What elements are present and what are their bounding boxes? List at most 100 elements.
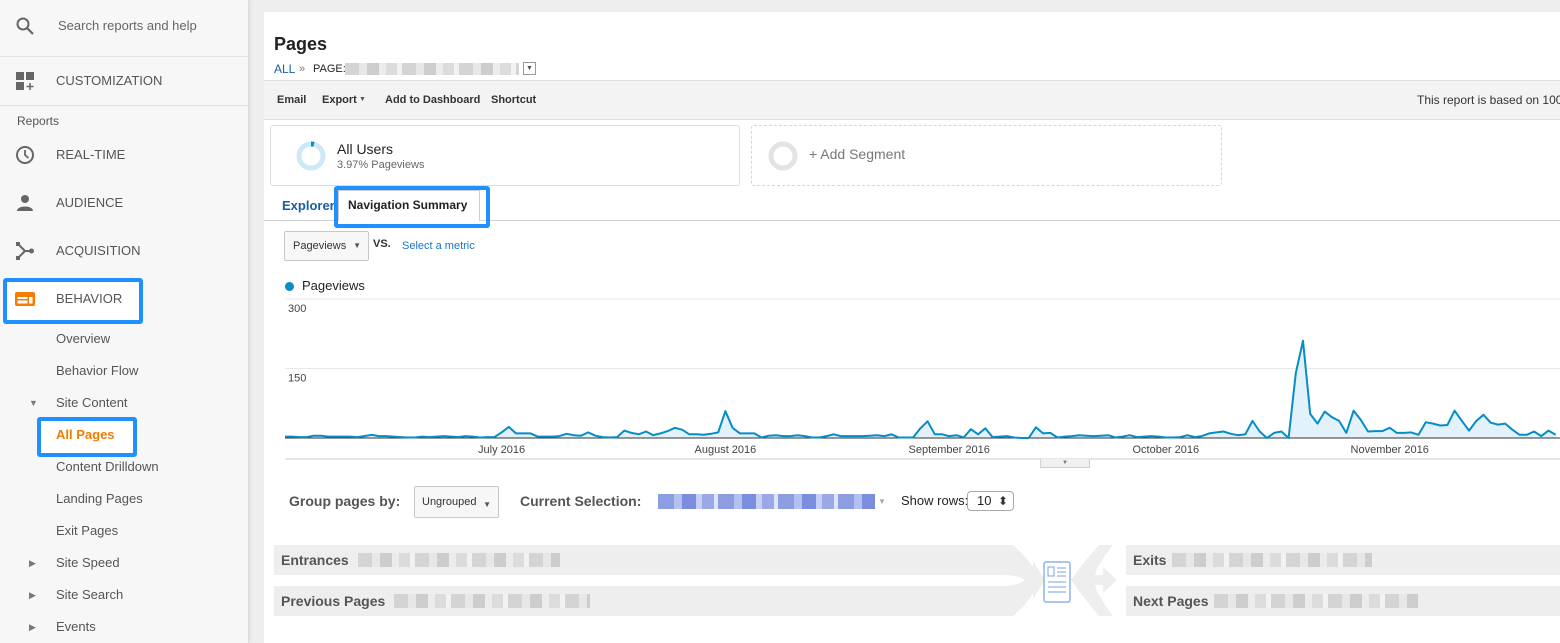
data-point[interactable] bbox=[296, 434, 302, 440]
data-point[interactable] bbox=[672, 425, 678, 431]
data-point[interactable] bbox=[325, 434, 331, 440]
segment-card-all-users[interactable]: All Users 3.97% Pageviews bbox=[270, 125, 740, 186]
data-point[interactable] bbox=[1466, 428, 1472, 434]
data-point[interactable] bbox=[1379, 428, 1385, 434]
sidebar-item-behavior[interactable]: BEHAVIOR bbox=[0, 287, 248, 311]
data-point[interactable] bbox=[477, 435, 483, 441]
sidebar-item-landing-pages[interactable]: Landing Pages bbox=[0, 489, 248, 509]
data-point[interactable] bbox=[932, 431, 938, 437]
data-point[interactable] bbox=[845, 433, 851, 439]
data-point[interactable] bbox=[1416, 432, 1422, 438]
data-point[interactable] bbox=[1423, 419, 1429, 425]
data-point[interactable] bbox=[1018, 435, 1024, 441]
data-point[interactable] bbox=[694, 431, 700, 437]
data-point[interactable] bbox=[1481, 412, 1487, 418]
data-point[interactable] bbox=[1365, 429, 1371, 435]
data-point[interactable] bbox=[1401, 430, 1407, 436]
data-point[interactable] bbox=[867, 433, 873, 439]
data-point[interactable] bbox=[1170, 435, 1176, 441]
data-point[interactable] bbox=[463, 433, 469, 439]
data-point[interactable] bbox=[824, 433, 830, 439]
sidebar-item-site-search[interactable]: ▶ Site Search bbox=[0, 585, 248, 605]
sidebar-item-overview[interactable]: Overview bbox=[0, 329, 248, 349]
data-point[interactable] bbox=[1524, 432, 1530, 438]
data-point[interactable] bbox=[982, 425, 988, 431]
data-point[interactable] bbox=[730, 425, 736, 431]
data-point[interactable] bbox=[470, 434, 476, 440]
data-point[interactable] bbox=[1228, 431, 1234, 437]
data-point[interactable] bbox=[1091, 433, 1097, 439]
add-segment-button[interactable]: + Add Segment bbox=[751, 125, 1222, 186]
data-point[interactable] bbox=[722, 408, 728, 414]
data-point[interactable] bbox=[997, 434, 1003, 440]
data-point[interactable] bbox=[376, 433, 382, 439]
data-point[interactable] bbox=[1538, 433, 1544, 439]
data-point[interactable] bbox=[289, 434, 295, 440]
data-point[interactable] bbox=[816, 435, 822, 441]
data-point[interactable] bbox=[513, 430, 519, 436]
tab-explorer[interactable]: Explorer bbox=[282, 198, 335, 214]
breadcrumb-all-link[interactable]: ALL bbox=[274, 62, 295, 76]
data-point[interactable] bbox=[975, 431, 981, 437]
data-point[interactable] bbox=[896, 435, 902, 441]
data-point[interactable] bbox=[643, 429, 649, 435]
email-button[interactable]: Email bbox=[277, 81, 306, 119]
data-point[interactable] bbox=[282, 434, 288, 440]
data-point[interactable] bbox=[686, 431, 692, 437]
data-point[interactable] bbox=[1459, 418, 1465, 424]
data-point[interactable] bbox=[1495, 422, 1501, 428]
data-point[interactable] bbox=[1336, 418, 1342, 424]
data-point[interactable] bbox=[304, 434, 310, 440]
data-point[interactable] bbox=[1307, 411, 1313, 417]
data-point[interactable] bbox=[917, 425, 923, 431]
data-point[interactable] bbox=[361, 433, 367, 439]
data-point[interactable] bbox=[860, 433, 866, 439]
data-point[interactable] bbox=[1040, 430, 1046, 436]
data-point[interactable] bbox=[1250, 418, 1256, 424]
data-point[interactable] bbox=[1221, 429, 1227, 435]
data-point[interactable] bbox=[773, 432, 779, 438]
data-point[interactable] bbox=[961, 435, 967, 441]
data-point[interactable] bbox=[1278, 429, 1284, 435]
collapsed-triangle-icon[interactable]: ▶ bbox=[29, 585, 36, 605]
data-point[interactable] bbox=[701, 432, 707, 438]
data-point[interactable] bbox=[419, 434, 425, 440]
data-point[interactable] bbox=[665, 428, 671, 434]
collapsed-triangle-icon[interactable]: ▶ bbox=[29, 617, 36, 637]
data-point[interactable] bbox=[1098, 433, 1104, 439]
data-point[interactable] bbox=[831, 431, 837, 437]
data-point[interactable] bbox=[398, 434, 404, 440]
data-point[interactable] bbox=[499, 429, 505, 435]
data-point[interactable] bbox=[1509, 427, 1515, 433]
data-point[interactable] bbox=[1055, 435, 1061, 441]
data-point[interactable] bbox=[990, 434, 996, 440]
data-point[interactable] bbox=[1408, 429, 1414, 435]
data-point[interactable] bbox=[1257, 429, 1263, 435]
data-point[interactable] bbox=[333, 434, 339, 440]
expanded-triangle-icon[interactable]: ▼ bbox=[29, 393, 38, 413]
data-point[interactable] bbox=[1177, 434, 1183, 440]
sidebar-item-site-content[interactable]: ▼ Site Content bbox=[0, 393, 248, 413]
data-point[interactable] bbox=[426, 434, 432, 440]
data-point[interactable] bbox=[1322, 409, 1328, 415]
data-point[interactable] bbox=[571, 432, 577, 438]
data-point[interactable] bbox=[744, 430, 750, 436]
data-point[interactable] bbox=[311, 433, 317, 439]
tab-navigation-summary[interactable]: Navigation Summary bbox=[338, 190, 480, 221]
data-point[interactable] bbox=[1242, 431, 1248, 437]
data-point[interactable] bbox=[1488, 420, 1494, 426]
data-point[interactable] bbox=[1148, 433, 1154, 439]
data-point[interactable] bbox=[1531, 429, 1537, 435]
data-point[interactable] bbox=[657, 430, 663, 436]
data-point[interactable] bbox=[614, 434, 620, 440]
data-point[interactable] bbox=[1372, 428, 1378, 434]
data-point[interactable] bbox=[1473, 418, 1479, 424]
data-point[interactable] bbox=[910, 435, 916, 441]
sidebar-item-audience[interactable]: AUDIENCE bbox=[0, 191, 248, 215]
data-point[interactable] bbox=[939, 431, 945, 437]
data-point[interactable] bbox=[1004, 433, 1010, 439]
data-point[interactable] bbox=[954, 432, 960, 438]
data-point[interactable] bbox=[889, 431, 895, 437]
data-point[interactable] bbox=[780, 433, 786, 439]
group-pages-by-dropdown[interactable]: Ungrouped ▼ bbox=[414, 486, 499, 518]
